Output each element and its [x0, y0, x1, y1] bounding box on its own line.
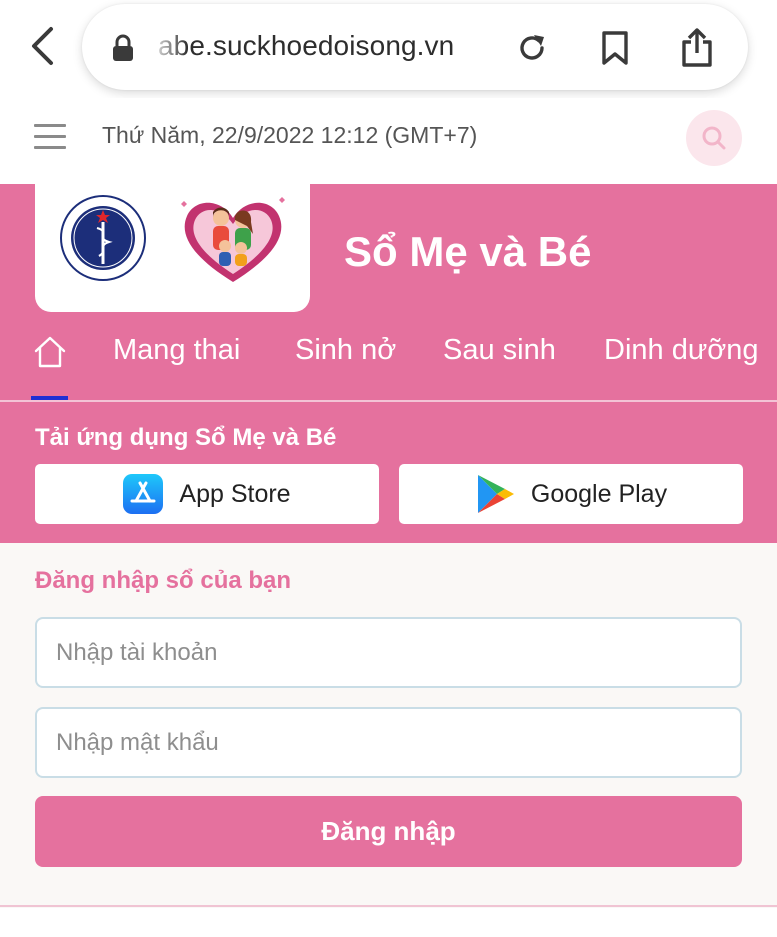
- share-icon: [682, 28, 712, 67]
- app-download-section: Tải ứng dụng Sổ Mẹ và Bé App Store Googl…: [0, 402, 777, 543]
- login-button[interactable]: Đăng nhập: [35, 796, 742, 867]
- bottom-divider: [0, 905, 777, 907]
- bookmark-button[interactable]: [593, 26, 637, 70]
- nav-item-sau-sinh[interactable]: Sau sinh: [443, 334, 556, 367]
- app-store-icon: [123, 474, 164, 514]
- logo-card[interactable]: [35, 184, 310, 312]
- app-download-title: Tải ứng dụng Sổ Mẹ và Bé: [35, 424, 337, 451]
- google-play-label: Google Play: [530, 479, 668, 508]
- bookmark-icon: [602, 31, 628, 65]
- menu-icon-line: [34, 135, 66, 138]
- home-icon: [34, 336, 66, 368]
- url-text: abe.suckhoedoisong.vn: [158, 30, 455, 61]
- url-fade: [152, 24, 188, 68]
- ministry-of-health-logo: [60, 195, 146, 281]
- nav-item-dinh-duong[interactable]: Dinh dưỡng: [604, 334, 759, 367]
- app-store-button[interactable]: App Store: [35, 464, 379, 524]
- family-heart-logo: [181, 197, 285, 282]
- top-bar: Thứ Năm, 22/9/2022 12:12 (GMT+7): [0, 98, 777, 184]
- nav-home[interactable]: [32, 334, 68, 370]
- back-icon: [32, 27, 53, 65]
- site-title: Sổ Mẹ và Bé: [344, 228, 592, 275]
- password-field[interactable]: [35, 707, 742, 778]
- google-play-icon: [477, 475, 514, 513]
- menu-icon-line: [34, 146, 66, 149]
- nav-item-mang-thai[interactable]: Mang thai: [113, 334, 240, 367]
- username-field[interactable]: [35, 617, 742, 688]
- nav-item-sinh-no[interactable]: Sinh nở: [295, 334, 396, 367]
- address-bar[interactable]: abe.suckhoedoisong.vn: [82, 4, 748, 90]
- login-section: Đăng nhập sổ của bạn Đăng nhập: [0, 543, 777, 908]
- search-button[interactable]: [686, 110, 742, 166]
- username-input[interactable]: [37, 619, 740, 686]
- reload-button[interactable]: [510, 26, 554, 70]
- browser-toolbar: abe.suckhoedoisong.vn: [0, 0, 777, 98]
- site-header: Sổ Mẹ và Bé Mang thai Sinh nở Sau sinh D…: [0, 184, 777, 401]
- search-icon: [702, 126, 726, 150]
- reload-icon: [520, 35, 544, 60]
- menu-button[interactable]: [34, 124, 66, 150]
- current-date: Thứ Năm, 22/9/2022 12:12 (GMT+7): [102, 122, 478, 148]
- login-title: Đăng nhập sổ của bạn: [35, 567, 292, 594]
- page: abe.suckhoedoisong.vn Thứ Năm, 22/9/2022…: [0, 0, 777, 937]
- google-play-button[interactable]: Google Play: [399, 464, 743, 524]
- password-input[interactable]: [37, 709, 740, 776]
- menu-icon-line: [34, 124, 66, 127]
- app-store-label: App Store: [179, 479, 291, 508]
- main-nav: Mang thai Sinh nở Sau sinh Dinh dưỡng: [0, 334, 777, 386]
- share-button[interactable]: [675, 26, 719, 70]
- back-button[interactable]: [22, 24, 62, 68]
- lock-icon: [113, 34, 133, 61]
